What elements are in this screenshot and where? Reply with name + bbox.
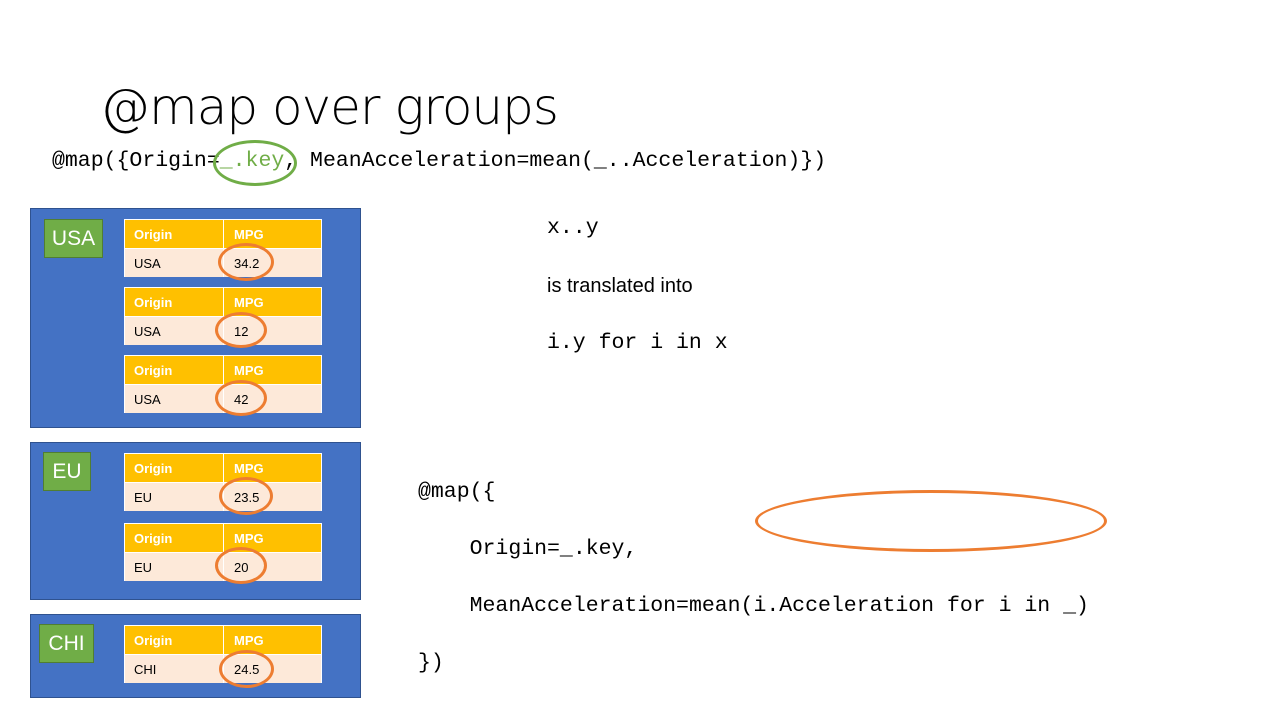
- code-line-4: }): [418, 650, 444, 675]
- origin-header: Origin: [134, 226, 173, 242]
- group-label-eu: EU: [43, 452, 91, 491]
- mpg-highlight-ring: [219, 650, 274, 688]
- origin-cell: USA: [134, 391, 161, 407]
- mpg-highlight-ring: [219, 477, 273, 515]
- origin-cell: EU: [134, 489, 153, 505]
- comprehension-highlight-ring: [755, 490, 1107, 552]
- origin-header: Origin: [134, 460, 173, 476]
- key-highlight-ring: [213, 140, 297, 186]
- mpg-highlight-ring: [215, 312, 267, 348]
- headline-prefix: @map({Origin=: [52, 149, 220, 173]
- headline-code: @map({Origin=_.key, MeanAcceleration=mea…: [52, 146, 826, 176]
- group-label-usa: USA: [44, 219, 103, 258]
- code-block: @map({ Origin=_.key, MeanAcceleration=me…: [418, 449, 1089, 706]
- origin-cell: USA: [134, 255, 161, 271]
- slide-title: @map over groups: [100, 78, 559, 136]
- result-text: i.y for i in x: [547, 331, 728, 355]
- mpg-highlight-ring: [215, 380, 267, 416]
- pattern-text: x..y: [547, 216, 599, 240]
- mpg-highlight-ring: [218, 243, 274, 281]
- origin-header: Origin: [134, 530, 173, 546]
- origin-header: Origin: [134, 294, 173, 310]
- origin-header: Origin: [134, 632, 173, 648]
- origin-cell: EU: [134, 559, 153, 575]
- origin-header: Origin: [134, 362, 173, 378]
- group-label-chi: CHI: [39, 624, 94, 663]
- origin-cell: USA: [134, 323, 161, 339]
- mpg-highlight-ring: [215, 547, 267, 584]
- headline-suffix: , MeanAcceleration=mean(_..Acceleration)…: [284, 149, 827, 173]
- code-line-3: MeanAcceleration=mean(i.Acceleration for…: [418, 593, 1089, 618]
- origin-cell: CHI: [134, 661, 157, 677]
- translated-text: is translated into: [547, 275, 693, 297]
